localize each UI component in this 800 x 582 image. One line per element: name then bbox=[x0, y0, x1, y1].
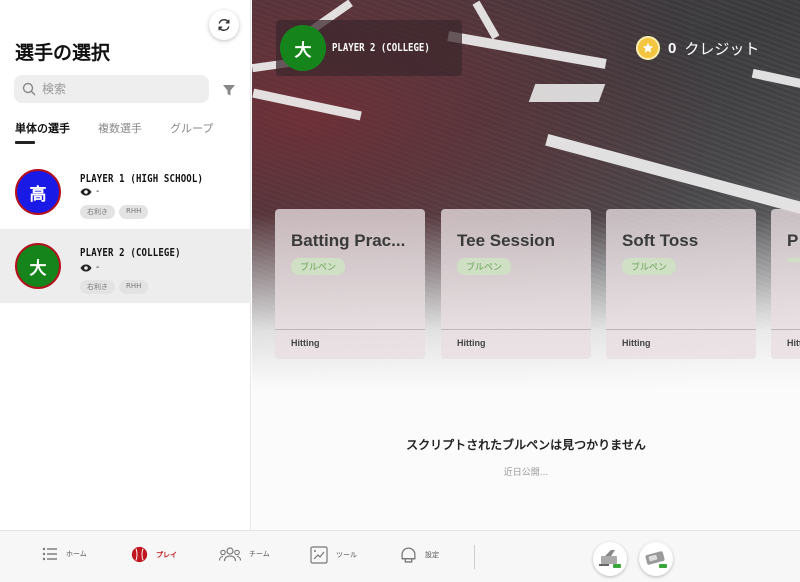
bottom-nav-bar: ホーム プレイ チーム ツール 設定 bbox=[0, 530, 800, 582]
nav-label: 設定 bbox=[425, 550, 439, 559]
current-player-name: PLAYER 2 (COLLEGE) bbox=[332, 41, 430, 54]
avatar: 高 bbox=[15, 169, 61, 215]
nav-label: チーム bbox=[249, 550, 270, 558]
player-name: PLAYER 1 (HIGH SCHOOL) bbox=[80, 172, 204, 185]
player-list-item[interactable]: 高 PLAYER 1 (HIGH SCHOOL) - 右利き RHH bbox=[0, 155, 251, 229]
filter-button[interactable] bbox=[221, 82, 237, 98]
credits-value: 0 bbox=[668, 39, 677, 57]
drill-card[interactable]: Tee Session ブルペン Hitting bbox=[441, 209, 591, 359]
views-value: - bbox=[96, 262, 100, 273]
sensor-device-button[interactable] bbox=[639, 542, 673, 576]
player-tags: 右利き RHH bbox=[80, 280, 149, 294]
nav-label: ツール bbox=[336, 551, 357, 559]
nav-tools[interactable]: ツール bbox=[310, 546, 357, 564]
eye-icon bbox=[80, 264, 92, 271]
credits-display[interactable]: 0 クレジット bbox=[636, 36, 759, 60]
card-title: Tee Session bbox=[457, 231, 555, 250]
nav-divider bbox=[474, 545, 475, 569]
pitching-machine-icon bbox=[599, 550, 621, 568]
refresh-icon bbox=[218, 19, 230, 31]
views-value: - bbox=[96, 186, 100, 197]
card-title: P bbox=[787, 231, 799, 250]
player-views: - bbox=[80, 186, 99, 197]
card-category: Hitt bbox=[787, 338, 800, 348]
baseball-icon bbox=[131, 546, 148, 563]
player-name: PLAYER 2 (COLLEGE) bbox=[80, 246, 181, 259]
tab-single-player[interactable]: 単体の選手 bbox=[15, 120, 70, 144]
tab-group[interactable]: グループ bbox=[170, 120, 213, 144]
handedness-chip: 右利き bbox=[80, 205, 115, 219]
menu-list-icon bbox=[42, 547, 57, 561]
player-views: - bbox=[80, 262, 99, 273]
handedness-chip: 右利き bbox=[80, 280, 115, 294]
card-title: Soft Toss bbox=[622, 231, 699, 250]
avatar: 大 bbox=[280, 25, 326, 71]
sensor-device-icon bbox=[645, 551, 667, 568]
tab-multiple-players[interactable]: 複数選手 bbox=[98, 120, 142, 144]
nav-team[interactable]: チーム bbox=[219, 546, 270, 562]
tools-icon bbox=[310, 546, 328, 564]
player-tags: 右利き RHH bbox=[80, 205, 149, 219]
current-player-chip[interactable]: 大 PLAYER 2 (COLLEGE) bbox=[276, 20, 462, 76]
card-title: Batting Prac... bbox=[291, 231, 406, 250]
nav-label: ホーム bbox=[66, 550, 87, 558]
batting-side-chip: RHH bbox=[119, 280, 149, 294]
avatar: 大 bbox=[15, 243, 61, 289]
drill-card[interactable]: Batting Prac... ブルペン Hitting bbox=[275, 209, 425, 359]
search-icon bbox=[22, 82, 36, 96]
card-category: Hitting bbox=[622, 338, 651, 348]
sidebar-title: 選手の選択 bbox=[15, 42, 111, 64]
helmet-icon bbox=[401, 547, 416, 563]
nav-settings[interactable]: 設定 bbox=[400, 546, 439, 563]
card-tag: ブルペン bbox=[291, 258, 346, 275]
nav-home[interactable]: ホーム bbox=[42, 546, 87, 562]
empty-state-title: スクリプトされたブルペンは見つかりません bbox=[406, 438, 646, 452]
card-tag bbox=[787, 258, 800, 262]
nav-play[interactable]: プレイ bbox=[131, 546, 177, 563]
empty-state-subtitle: 近日公開... bbox=[503, 468, 549, 478]
eye-icon bbox=[80, 188, 92, 195]
main-content: 大 PLAYER 2 (COLLEGE) 0 クレジット Batting Pra… bbox=[252, 0, 800, 530]
selection-tabs: 単体の選手 複数選手 グループ bbox=[15, 120, 241, 144]
batting-side-chip: RHH bbox=[119, 205, 149, 219]
star-coin-icon bbox=[636, 36, 660, 60]
card-category: Hitting bbox=[291, 338, 320, 348]
refresh-button[interactable] bbox=[209, 10, 239, 40]
player-sidebar: 選手の選択 単体の選手 複数選手 グループ 高 PLAYER 1 (HIGH S… bbox=[0, 0, 251, 530]
search-box[interactable] bbox=[14, 75, 209, 103]
home-plate bbox=[528, 84, 606, 102]
pitching-machine-device-button[interactable] bbox=[593, 542, 627, 576]
card-tag: ブルペン bbox=[622, 258, 677, 275]
card-tag: ブルペン bbox=[457, 258, 512, 275]
search-input[interactable] bbox=[42, 82, 202, 96]
drill-card[interactable]: Soft Toss ブルペン Hitting bbox=[606, 209, 756, 359]
nav-label: プレイ bbox=[156, 550, 177, 559]
card-category: Hitting bbox=[457, 338, 486, 348]
filter-icon bbox=[223, 85, 235, 96]
team-icon bbox=[219, 547, 241, 562]
player-list-item-selected[interactable]: 大 PLAYER 2 (COLLEGE) - 右利き RHH bbox=[0, 229, 251, 303]
credits-label: クレジット bbox=[684, 39, 760, 58]
drill-card-partial[interactable]: P Hitt bbox=[771, 209, 800, 359]
